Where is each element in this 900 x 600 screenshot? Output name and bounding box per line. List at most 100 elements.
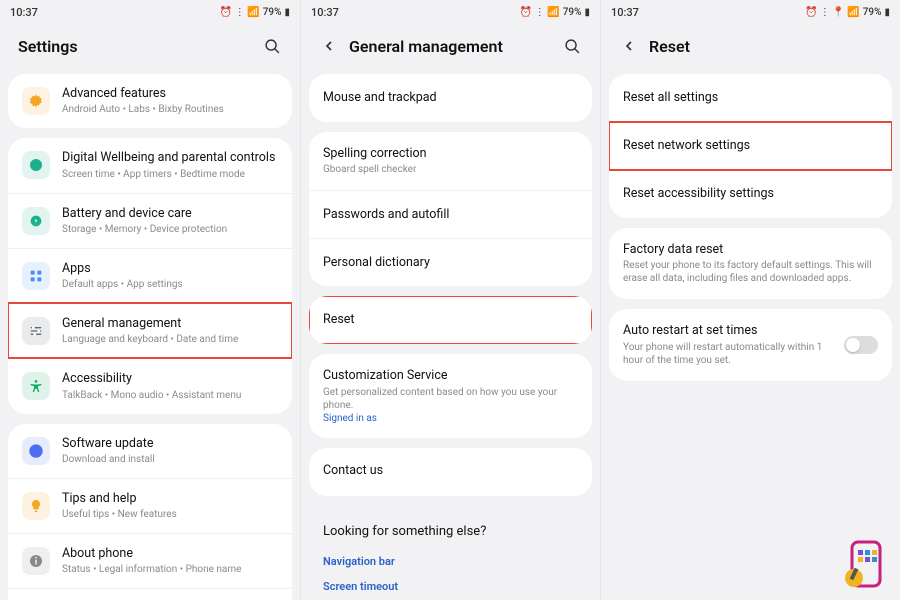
settings-card: Reset all settings Reset network settings…: [609, 74, 892, 218]
item-subtitle: Status • Legal information • Phone name: [62, 563, 278, 576]
item-title: Mouse and trackpad: [323, 90, 578, 106]
item-title: Personal dictionary: [323, 255, 578, 271]
item-title: Reset network settings: [623, 138, 878, 154]
page-title: General management: [349, 37, 562, 56]
item-title: Reset accessibility settings: [623, 186, 878, 202]
wellbeing-icon: [22, 151, 50, 179]
item-subtitle: Gboard spell checker: [323, 163, 578, 176]
item-title: Passwords and autofill: [323, 207, 578, 223]
list-item[interactable]: Reset network settings: [609, 122, 892, 170]
back-icon[interactable]: [619, 36, 639, 56]
search-icon[interactable]: [262, 36, 282, 56]
item-title: Tips and help: [62, 491, 278, 507]
settings-header: Settings: [8, 22, 292, 74]
status-icons: ⏰ ⋮ 📶 79% ▮: [520, 7, 590, 18]
reset-panel: 10:37 ⏰ ⋮ 📍 📶 79% ▮ Reset Reset all sett…: [600, 0, 900, 600]
list-item[interactable]: Reset accessibility settings: [609, 170, 892, 218]
reset-header: Reset: [609, 22, 892, 74]
general-management-panel: 10:37 ⏰ ⋮ 📶 79% ▮ General management Mou…: [300, 0, 600, 600]
list-item[interactable]: Mouse and trackpad: [309, 74, 592, 122]
item-subtitle: Language and keyboard • Date and time: [62, 333, 278, 346]
status-time: 10:37: [611, 6, 639, 19]
settings-card: Software updateDownload and installTips …: [8, 424, 292, 600]
item-title: Advanced features: [62, 86, 278, 102]
list-item[interactable]: Developer optionsDeveloper options: [8, 588, 292, 600]
apps-icon: [22, 262, 50, 290]
settings-panel: 10:37 ⏰ ⋮ 📶 79% ▮ Settings Advanced feat…: [0, 0, 300, 600]
item-subtitle: Get personalized content based on how yo…: [323, 386, 578, 412]
looking-heading: Looking for something else?: [309, 506, 592, 549]
gear-icon: [22, 87, 50, 115]
list-item[interactable]: Passwords and autofill: [309, 190, 592, 238]
list-item[interactable]: General managementLanguage and keyboard …: [8, 303, 292, 358]
accessibility-icon: [22, 372, 50, 400]
item-title: Customization Service: [323, 368, 578, 384]
list-item[interactable]: Customization Service Get personalized co…: [309, 354, 592, 437]
item-subtitle: Reset your phone to its factory default …: [623, 259, 878, 285]
item-title: General management: [62, 316, 278, 332]
item-title: Apps: [62, 261, 278, 277]
item-title: Auto restart at set times: [623, 323, 836, 339]
list-item[interactable]: Battery and device careStorage • Memory …: [8, 193, 292, 248]
status-icons: ⏰ ⋮ 📍 📶 79% ▮: [805, 7, 890, 18]
about-icon: [22, 547, 50, 575]
item-subtitle: Storage • Memory • Device protection: [62, 223, 278, 236]
item-subtitle: Default apps • App settings: [62, 278, 278, 291]
item-subtitle: Download and install: [62, 453, 278, 466]
list-item[interactable]: Spelling correctionGboard spell checker: [309, 132, 592, 190]
item-title: Reset all settings: [623, 90, 878, 106]
settings-card: Spelling correctionGboard spell checker P…: [309, 132, 592, 286]
status-time: 10:37: [10, 6, 38, 19]
update-icon: [22, 437, 50, 465]
search-icon[interactable]: [562, 36, 582, 56]
item-subtitle: TalkBack • Mono audio • Assistant menu: [62, 389, 278, 402]
item-link[interactable]: Signed in as: [323, 413, 578, 424]
item-title: Battery and device care: [62, 206, 278, 222]
suggestion-link[interactable]: Screen timeout: [323, 574, 578, 599]
settings-card: Reset: [309, 296, 592, 344]
list-item[interactable]: About phoneStatus • Legal information • …: [8, 533, 292, 588]
list-item[interactable]: Digital Wellbeing and parental controlsS…: [8, 138, 292, 192]
battery-icon: [22, 207, 50, 235]
item-title: Accessibility: [62, 371, 278, 387]
settings-card: Advanced featuresAndroid Auto • Labs • B…: [8, 74, 292, 128]
status-bar: 10:37 ⏰ ⋮ 📍 📶 79% ▮: [601, 0, 900, 22]
item-subtitle: Android Auto • Labs • Bixby Routines: [62, 103, 278, 116]
general-icon: [22, 317, 50, 345]
settings-card: Factory data resetReset your phone to it…: [609, 228, 892, 299]
list-item[interactable]: Personal dictionary: [309, 238, 592, 286]
looking-for-section: Looking for something else? Navigation b…: [309, 506, 592, 600]
settings-card: Mouse and trackpad: [309, 74, 592, 122]
item-title: Software update: [62, 436, 278, 452]
page-title: Reset: [649, 37, 882, 56]
settings-card: Digital Wellbeing and parental controls S…: [8, 138, 292, 413]
item-title: Factory data reset: [623, 242, 878, 258]
item-title: About phone: [62, 546, 278, 562]
list-item[interactable]: Contact us: [309, 448, 592, 496]
list-item[interactable]: Software updateDownload and install: [8, 424, 292, 478]
tips-icon: [22, 492, 50, 520]
list-item[interactable]: Advanced featuresAndroid Auto • Labs • B…: [8, 74, 292, 128]
back-icon[interactable]: [319, 36, 339, 56]
settings-card: Customization Service Get personalized co…: [309, 354, 592, 437]
list-item[interactable]: Auto restart at set times Your phone will…: [609, 309, 892, 380]
item-subtitle: Useful tips • New features: [62, 508, 278, 521]
gm-header: General management: [309, 22, 592, 74]
item-title: Contact us: [323, 463, 578, 479]
item-title: Spelling correction: [323, 146, 578, 162]
status-time: 10:37: [311, 6, 339, 19]
list-item[interactable]: Factory data resetReset your phone to it…: [609, 228, 892, 299]
suggestion-link[interactable]: Navigation bar: [323, 549, 578, 574]
status-icons: ⏰ ⋮ 📶 79% ▮: [220, 7, 290, 18]
item-subtitle: Your phone will restart automatically wi…: [623, 341, 836, 367]
list-item[interactable]: AppsDefault apps • App settings: [8, 248, 292, 303]
list-item[interactable]: Reset: [309, 296, 592, 344]
item-title: Digital Wellbeing and parental controls: [62, 150, 278, 166]
settings-card: Auto restart at set times Your phone will…: [609, 309, 892, 380]
toggle-switch[interactable]: [844, 336, 878, 354]
status-bar: 10:37 ⏰ ⋮ 📶 79% ▮: [0, 0, 300, 22]
list-item[interactable]: Tips and helpUseful tips • New features: [8, 478, 292, 533]
list-item[interactable]: Accessibility TalkBack • Mono audio • Ass…: [8, 358, 292, 413]
settings-card: Contact us: [309, 448, 592, 496]
list-item[interactable]: Reset all settings: [609, 74, 892, 122]
